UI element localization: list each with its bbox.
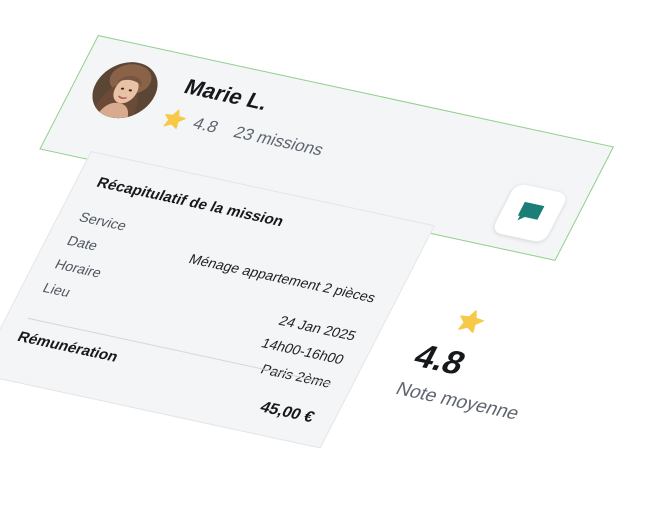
summary-label: Horaire — [52, 256, 105, 281]
summary-label: Lieu — [40, 279, 74, 300]
average-rating-value: 4.8 — [407, 337, 472, 383]
average-rating-label: Note moyenne — [392, 379, 523, 425]
star-icon — [157, 106, 192, 133]
chat-button[interactable] — [490, 182, 569, 244]
star-icon — [450, 306, 490, 337]
average-rating-widget: 4.8 Note moyenne — [381, 301, 588, 451]
summary-label: Date — [64, 232, 101, 254]
app-canvas: Marie L. 4.8 23 missions Récapitulatif d… — [0, 0, 662, 524]
avatar — [81, 56, 169, 124]
summary-label: Service — [76, 208, 130, 234]
user-avatar-photo — [81, 56, 169, 124]
profile-rating-value: 4.8 — [189, 114, 222, 137]
total-value: 45,00 € — [256, 399, 318, 426]
profile-name: Marie L. — [180, 74, 274, 115]
profile-rating-row: 4.8 23 missions — [157, 106, 328, 162]
profile-missions-count: 23 missions — [230, 122, 327, 160]
chat-bubble-icon — [517, 201, 545, 221]
